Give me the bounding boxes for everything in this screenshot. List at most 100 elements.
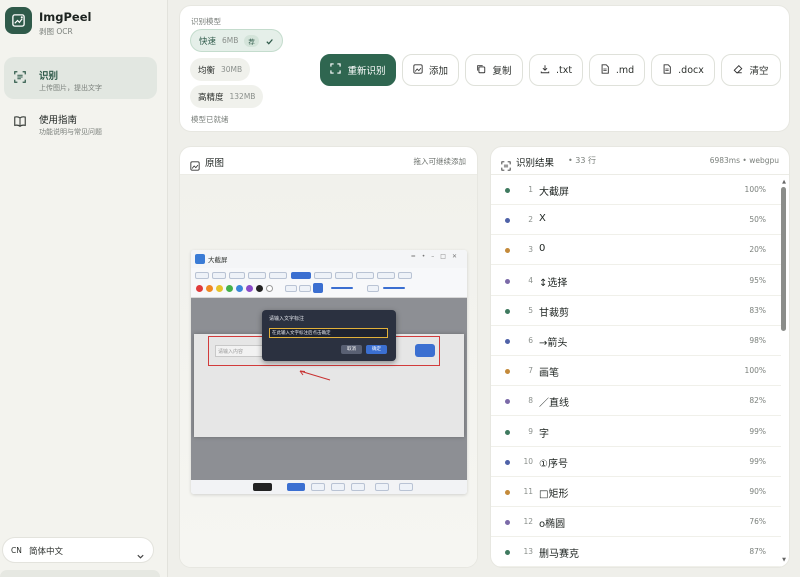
result-confidence: 83% bbox=[749, 305, 766, 315]
model-option-balanced[interactable]: 均衡 30MB bbox=[190, 58, 251, 81]
result-confidence: 20% bbox=[749, 245, 766, 255]
clear-button[interactable]: 清空 bbox=[721, 54, 781, 86]
result-index: 13 bbox=[523, 547, 533, 557]
preview-bottom-chip bbox=[253, 483, 272, 491]
color-swatch bbox=[216, 285, 223, 292]
add-button[interactable]: 添加 bbox=[402, 54, 459, 86]
language-label: 简体中文 bbox=[29, 547, 64, 557]
nav-item-guide[interactable]: 使用指南 功能说明与常见问题 bbox=[4, 101, 157, 143]
results-scrollbar[interactable] bbox=[781, 187, 786, 331]
preview-tool-chip bbox=[212, 272, 226, 279]
file-icon bbox=[662, 63, 672, 77]
result-row[interactable]: 7 画笔 100% bbox=[491, 356, 781, 387]
scroll-down-icon[interactable]: ▼ bbox=[782, 557, 786, 563]
export-txt-button[interactable]: .txt bbox=[529, 54, 583, 86]
preview-dialog-input: 在此输入文字标注后点击确定 bbox=[269, 328, 388, 338]
preview-toolbar bbox=[191, 268, 467, 298]
preview-tool-chip-active bbox=[291, 272, 311, 279]
image-icon bbox=[190, 156, 200, 175]
preview-tool-chip bbox=[299, 285, 311, 292]
recognize-button[interactable]: 重新识别 bbox=[320, 54, 396, 86]
preview-bottom-chip bbox=[375, 483, 389, 491]
preview-bottom-chip bbox=[287, 483, 305, 491]
result-row[interactable]: 4 ↕选择 95% bbox=[491, 266, 781, 296]
model-size: 6MB bbox=[222, 36, 239, 45]
result-row[interactable]: 10 ①序号 99% bbox=[491, 447, 781, 477]
result-row[interactable]: 13 删马赛克 87% bbox=[491, 537, 781, 567]
color-swatch bbox=[266, 285, 273, 292]
color-swatch bbox=[256, 285, 263, 292]
result-row[interactable]: 1 大截屏 100% bbox=[491, 175, 781, 205]
scan-icon bbox=[330, 63, 342, 77]
result-row[interactable]: 8 ／直线 82% bbox=[491, 386, 781, 417]
drop-hint: 拖入可继续添加 bbox=[413, 157, 467, 166]
color-swatch bbox=[206, 285, 213, 292]
nav-subtitle: 功能说明与常见问题 bbox=[39, 128, 102, 136]
result-dot-icon bbox=[505, 308, 510, 314]
preview-arrow-icon bbox=[299, 370, 331, 381]
result-row[interactable]: 5 甘裁剪 83% bbox=[491, 296, 781, 326]
result-dot-icon bbox=[505, 429, 510, 435]
color-swatch bbox=[246, 285, 253, 292]
results-panel-header: 识别结果 • 33 行 6983ms • webgpu bbox=[491, 147, 789, 175]
result-text: 画笔 bbox=[539, 368, 559, 380]
result-text: →箭头 bbox=[539, 338, 568, 349]
result-text: 甘裁剪 bbox=[539, 307, 569, 319]
result-row[interactable]: 6 →箭头 98% bbox=[491, 326, 781, 356]
result-row[interactable]: 12 o椭圆 76% bbox=[491, 507, 781, 538]
preview-search-button bbox=[415, 344, 435, 357]
model-status: 模型已就绪 bbox=[191, 115, 229, 124]
result-row[interactable]: 9 字 99% bbox=[491, 417, 781, 447]
result-text: 字 bbox=[539, 428, 549, 440]
scroll-up-icon[interactable]: ▲ bbox=[782, 179, 786, 185]
result-text: 0 bbox=[539, 243, 546, 255]
preview-tool-chip bbox=[248, 272, 266, 279]
language-select[interactable]: CN 简体中文 bbox=[2, 537, 154, 563]
model-option-accurate[interactable]: 高精度 132MB bbox=[190, 85, 264, 108]
copy-icon bbox=[476, 64, 486, 77]
preview-bottom-chip bbox=[399, 483, 413, 491]
result-index: 4 bbox=[528, 275, 533, 285]
model-size: 30MB bbox=[221, 65, 243, 74]
preview-slider bbox=[331, 287, 353, 289]
result-text: ①序号 bbox=[539, 458, 568, 470]
check-icon bbox=[265, 31, 274, 50]
result-text: 大截屏 bbox=[539, 187, 569, 198]
result-confidence: 76% bbox=[749, 517, 766, 527]
txt-label: .txt bbox=[555, 64, 573, 76]
result-dot-icon bbox=[505, 248, 510, 254]
export-docx-button[interactable]: .docx bbox=[651, 54, 715, 86]
preview-tool-chip bbox=[269, 272, 287, 279]
source-image-preview[interactable]: 大截屏 =•–□✕ 请输入内容 请输入文字标注 在此输入文字标注后点击确定 取消… bbox=[191, 250, 467, 494]
result-dot-icon bbox=[505, 218, 510, 224]
result-index: 3 bbox=[528, 245, 533, 255]
book-icon bbox=[12, 113, 28, 129]
preview-bottom-chip bbox=[311, 483, 325, 491]
preview-dialog-title: 请输入文字标注 bbox=[269, 316, 305, 322]
preview-slider bbox=[383, 287, 405, 289]
drop-zone[interactable]: 大截屏 =•–□✕ 请输入内容 请输入文字标注 在此输入文字标注后点击确定 取消… bbox=[180, 175, 477, 567]
result-confidence: 98% bbox=[749, 336, 766, 345]
result-index: 11 bbox=[523, 487, 533, 496]
result-text: ↕选择 bbox=[539, 277, 568, 289]
result-row[interactable]: 3 0 20% bbox=[491, 235, 781, 266]
result-dot-icon bbox=[505, 520, 510, 526]
app-name: ImgPeel bbox=[39, 10, 92, 24]
preview-dialog: 请输入文字标注 在此输入文字标注后点击确定 取消 确定 bbox=[262, 310, 396, 361]
result-index: 8 bbox=[528, 396, 533, 406]
export-md-button[interactable]: .md bbox=[589, 54, 645, 86]
result-dot-icon bbox=[505, 550, 510, 556]
model-size: 132MB bbox=[229, 92, 256, 101]
nav-item-recognize[interactable]: 识别 上传图片，提出文字 bbox=[4, 57, 157, 99]
result-index: 7 bbox=[528, 366, 533, 376]
result-row[interactable]: 2 X 50% bbox=[491, 205, 781, 236]
recognize-label: 重新识别 bbox=[347, 66, 386, 77]
copy-button[interactable]: 复制 bbox=[465, 54, 523, 86]
result-text: □矩形 bbox=[539, 489, 569, 500]
model-option-fast[interactable]: 快速 6MB 荐 bbox=[190, 29, 283, 52]
control-card: 识别模型 快速 6MB 荐 均衡 30MB 高精度 132MB 模型已就绪 重新… bbox=[179, 5, 790, 132]
result-row[interactable]: 11 □矩形 90% bbox=[491, 477, 781, 507]
preview-tool-chip bbox=[335, 272, 353, 279]
color-swatch bbox=[236, 285, 243, 292]
preview-tool-chip bbox=[367, 285, 379, 292]
